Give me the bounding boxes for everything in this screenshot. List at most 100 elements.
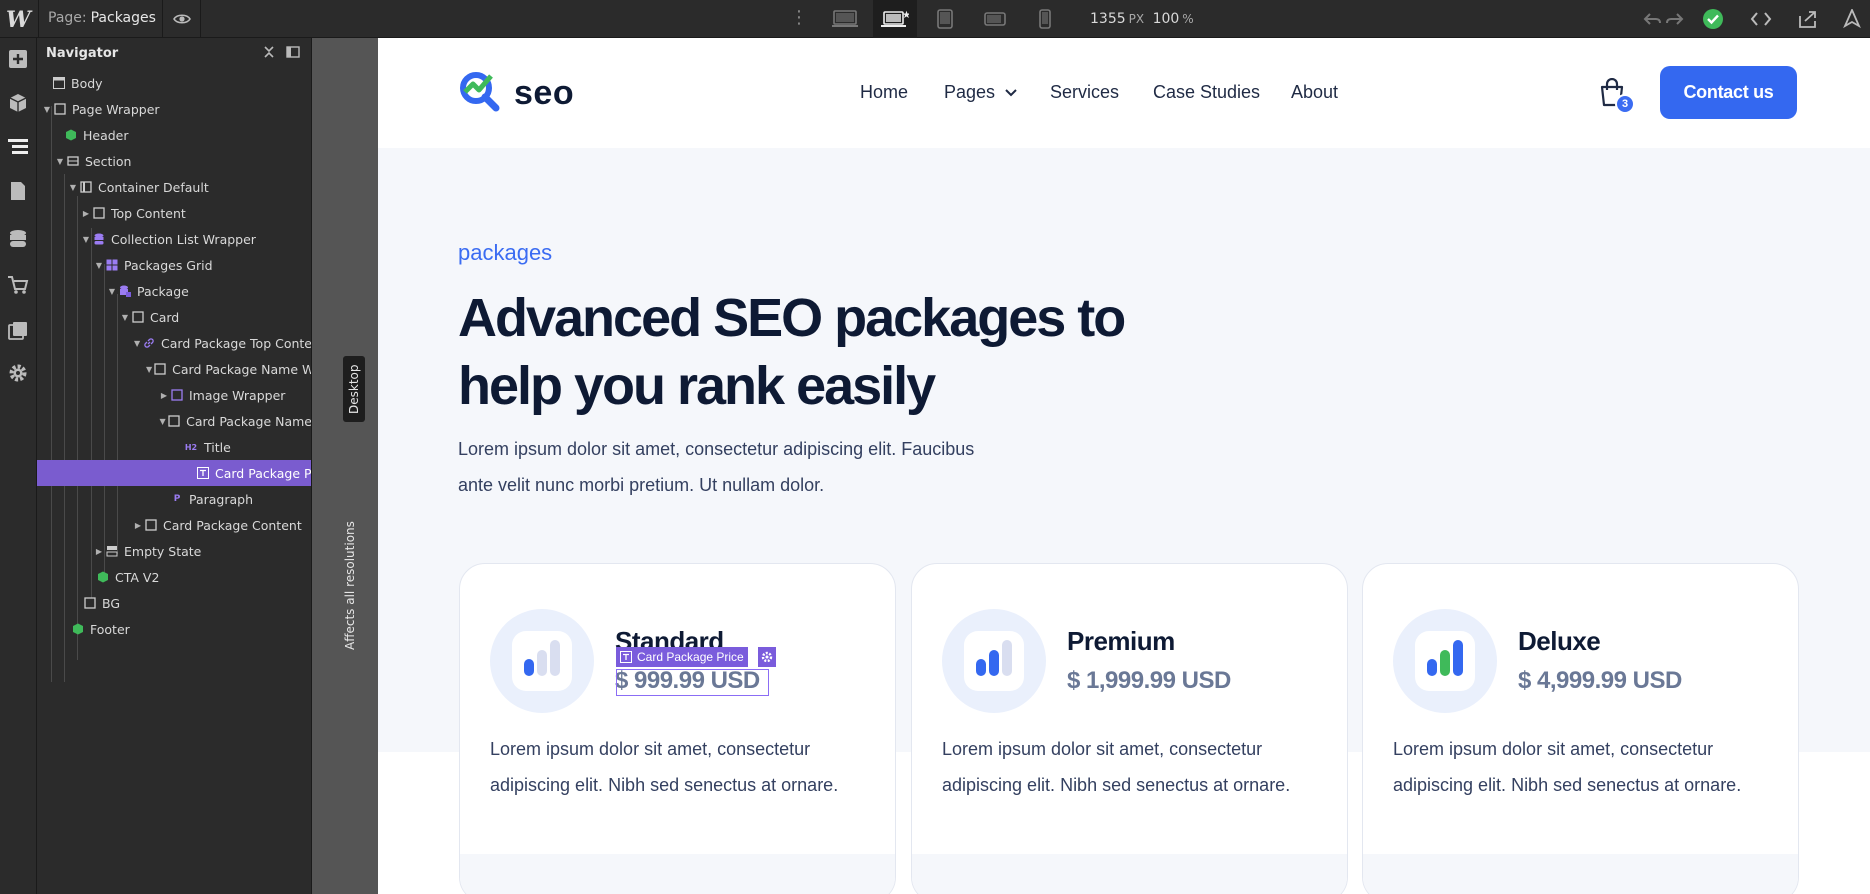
preview-eye-icon[interactable] [172, 9, 192, 33]
zoom-value: 100 [1152, 11, 1180, 27]
expand-caret-icon[interactable]: ▼ [68, 183, 78, 192]
page-selector[interactable]: Page: Packages [48, 10, 156, 26]
intro-line-1: Lorem ipsum dolor sit amet, consectetur … [458, 439, 975, 459]
tree-item-paragraph[interactable]: P Paragraph [37, 486, 311, 512]
tree-item-label: Header [83, 127, 129, 143]
nav-link-case-studies[interactable]: Case Studies [1153, 82, 1260, 103]
nav-link-pages[interactable]: Pages [944, 82, 1018, 103]
code-icon[interactable] [1750, 8, 1772, 30]
publish-status-check-icon[interactable] [1702, 8, 1724, 30]
export-icon[interactable] [1797, 8, 1819, 30]
chevron-down-icon [1005, 89, 1017, 97]
tree-item-label: Body [71, 75, 103, 91]
cart-button[interactable]: 3 [1599, 77, 1635, 114]
tree-item-label: Card Package Name W [172, 361, 312, 377]
tree-item-body[interactable]: Body [37, 70, 311, 96]
tree-item-header[interactable]: Header [37, 122, 311, 148]
collapse-all-icon[interactable] [263, 46, 275, 62]
tree-item-card-package-name-wrapper[interactable]: ▼ Card Package Name W [37, 356, 312, 382]
tree-item-image-wrapper[interactable]: ▶ Image Wrapper [37, 382, 311, 408]
package-price[interactable]: $ 4,999.99 USD [1518, 667, 1682, 695]
cms-database-icon[interactable] [7, 228, 29, 250]
selected-element-outline[interactable] [616, 669, 769, 696]
tree-item-bg[interactable]: BG [37, 590, 311, 616]
package-card-standard[interactable]: Standard $ 999.99 USD Lorem ipsum dolor … [459, 563, 896, 894]
undo-icon[interactable] [1641, 8, 1663, 30]
nav-link-home[interactable]: Home [860, 82, 908, 103]
webflow-logo-icon[interactable]: W [6, 7, 32, 33]
brand-name: seo [514, 74, 575, 112]
selected-element-label: Card Package Price [637, 650, 744, 664]
expand-caret-icon[interactable]: ▼ [55, 157, 65, 166]
design-canvas[interactable]: seo Home Pages Services Case Studies Abo… [378, 38, 1870, 894]
pages-icon[interactable] [7, 180, 29, 202]
more-options-icon[interactable]: ⋮ [790, 8, 808, 28]
canvas-width-unit: PX [1128, 12, 1145, 26]
cart-count-badge: 3 [1615, 94, 1635, 114]
breakpoint-desktop-button[interactable]: ★ [873, 0, 917, 38]
canvas-size-readout[interactable]: 1355 PX 100% [1090, 11, 1198, 27]
desktop-breakpoint-tab[interactable]: Desktop [343, 356, 365, 422]
tree-item-top-content[interactable]: ▶ Top Content [37, 200, 311, 226]
collapse-caret-icon[interactable]: ▶ [81, 209, 91, 218]
tree-item-card-package-top-content[interactable]: ▼ Card Package Top Conte [37, 330, 311, 356]
expand-caret-icon[interactable]: ▼ [159, 417, 166, 426]
breakpoint-mobile-landscape-button[interactable] [973, 0, 1017, 38]
expand-caret-icon[interactable]: ▼ [133, 339, 141, 348]
add-elements-icon[interactable] [7, 48, 29, 70]
breakpoint-large-desktop-button[interactable] [823, 0, 867, 38]
nav-link-about[interactable]: About [1291, 82, 1338, 103]
expand-caret-icon[interactable]: ▼ [120, 313, 130, 322]
tree-item-footer[interactable]: Footer [37, 616, 311, 642]
tree-item-card-package-price[interactable]: Card Package Pric [37, 460, 311, 486]
div-block-icon [132, 311, 144, 323]
expand-caret-icon[interactable]: ▼ [42, 105, 52, 114]
page-title: Advanced SEO packages to help you rank e… [458, 284, 1218, 420]
tree-item-card[interactable]: ▼ Card [37, 304, 311, 330]
tree-item-label: Packages Grid [124, 257, 213, 273]
tree-item-card-package-name[interactable]: ▼ Card Package Name [37, 408, 311, 434]
symbol-component-icon [65, 129, 77, 141]
package-card-deluxe[interactable]: Deluxe $ 4,999.99 USD Lorem ipsum dolor … [1362, 563, 1799, 894]
selected-element-tag[interactable]: Card Package Price [616, 647, 748, 667]
tree-item-collection-list-wrapper[interactable]: ▼ Collection List Wrapper [37, 226, 311, 252]
desc-line-1: Lorem ipsum dolor sit amet, consectetur [490, 739, 811, 759]
expand-caret-icon[interactable]: ▼ [81, 235, 91, 244]
paragraph-icon: P [173, 494, 181, 504]
contact-us-button[interactable]: Contact us [1660, 66, 1797, 119]
tree-item-page-wrapper[interactable]: ▼ Page Wrapper [37, 96, 311, 122]
desc-line-2: adipiscing elit. Nibh sed senectus at or… [1393, 775, 1742, 795]
collapse-caret-icon[interactable]: ▶ [159, 391, 169, 400]
tree-item-cta-v2[interactable]: CTA V2 [37, 564, 311, 590]
publish-rocket-icon[interactable] [1841, 8, 1863, 30]
brand-logo[interactable]: seo [458, 70, 574, 117]
assets-images-icon[interactable] [7, 320, 29, 342]
expand-caret-icon[interactable]: ▼ [107, 287, 117, 296]
tree-item-label: Page Wrapper [72, 101, 160, 117]
collapse-caret-icon[interactable]: ▶ [94, 547, 104, 556]
tree-item-container-default[interactable]: ▼ Container Default [37, 174, 311, 200]
settings-gear-icon[interactable] [7, 362, 29, 384]
components-cube-icon[interactable] [7, 92, 29, 114]
expand-caret-icon[interactable]: ▼ [94, 261, 104, 270]
tree-item-card-package-content[interactable]: ▶ Card Package Content [37, 512, 311, 538]
tree-item-packages-grid[interactable]: ▼ Packages Grid [37, 252, 311, 278]
nav-link-services[interactable]: Services [1050, 82, 1119, 103]
dock-panel-icon[interactable] [286, 46, 300, 62]
ecommerce-cart-icon[interactable] [7, 274, 29, 296]
expand-caret-icon[interactable]: ▼ [146, 365, 152, 374]
element-settings-gear-icon[interactable] [758, 647, 776, 667]
breakpoint-tablet-button[interactable] [923, 0, 967, 38]
tree-item-title[interactable]: H2 Title [37, 434, 311, 460]
package-card-premium[interactable]: Premium $ 1,999.99 USD Lorem ipsum dolor… [911, 563, 1348, 894]
tree-item-label: Section [85, 153, 132, 169]
redo-icon[interactable] [1664, 8, 1686, 30]
tree-item-empty-state[interactable]: ▶ Empty State [37, 538, 311, 564]
tree-item-package[interactable]: ▼ Package [37, 278, 311, 304]
tree-item-section[interactable]: ▼ Section [37, 148, 311, 174]
package-price[interactable]: $ 1,999.99 USD [1067, 667, 1231, 695]
navigator-icon[interactable] [7, 136, 29, 158]
collapse-caret-icon[interactable]: ▶ [133, 521, 143, 530]
card-footer [1363, 854, 1798, 894]
breakpoint-mobile-portrait-button[interactable] [1023, 0, 1067, 38]
